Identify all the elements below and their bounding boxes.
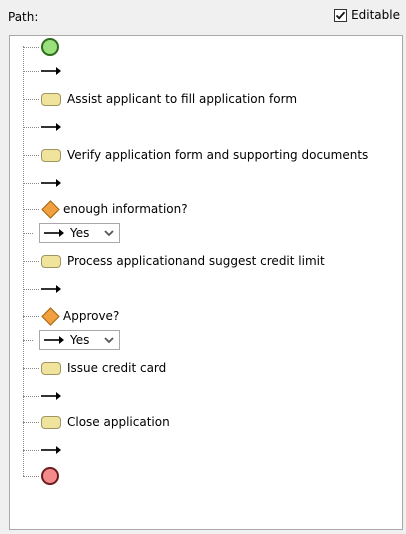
tree-item-arrow[interactable] [23,278,61,300]
arrow-right-icon [41,446,61,454]
arrow-right-icon [41,123,61,131]
end-node-icon [41,467,59,485]
activity-label: Close application [67,415,170,429]
tree-item-decision[interactable]: Approve? [23,305,119,327]
path-header: Path: Editable [0,0,406,34]
tree-item-decision[interactable]: enough information? [23,198,188,220]
tree-branch-line [23,395,39,397]
activity-icon [41,254,61,268]
branch-select[interactable]: Yes [39,223,121,243]
tree-item-arrow[interactable] [23,116,61,138]
tree-item-end[interactable] [23,465,59,487]
checkmark-icon [335,11,346,20]
activity-icon [41,361,61,375]
tree-branch-line [23,288,39,290]
tree-branch-line [23,182,39,184]
branch-select[interactable]: Yes [39,330,121,350]
arrow-right-icon [41,392,61,400]
arrow-right-icon [41,285,61,293]
tree-branch-line [23,46,39,48]
tree-branch-line [23,70,39,72]
activity-label: Verify application form and supporting d… [67,148,369,162]
path-label: Path: [8,10,39,24]
arrow-right-icon [44,229,64,237]
arrow-right-icon [41,179,61,187]
path-tree: Assist applicant to fill application for… [10,36,402,529]
activity-icon [41,415,61,429]
tree-item-activity[interactable]: Close application [23,411,170,433]
editable-toggle[interactable]: Editable [334,8,400,22]
arrow-right-icon [44,336,64,344]
chevron-down-icon[interactable] [103,228,115,238]
tree-item-arrow[interactable] [23,60,61,82]
decision-icon [41,306,60,326]
activity-label: Assist applicant to fill application for… [67,92,298,106]
tree-branch-line [23,208,39,210]
arrow-right-icon [41,67,61,75]
tree-item-activity[interactable]: Issue credit card [23,357,166,379]
tree-item-activity[interactable]: Process applicationand suggest credit li… [23,250,325,272]
tree-branch-line [23,98,39,100]
tree-branch-line [23,421,39,423]
tree-branch-line [23,475,39,477]
tree-item-activity[interactable]: Assist applicant to fill application for… [23,88,297,110]
tree-branch-line [23,232,33,234]
tree-branch-line [23,126,39,128]
branch-select-value: Yes [70,226,90,240]
decision-label: enough information? [63,202,188,216]
activity-icon [41,148,61,162]
tree-item-arrow[interactable] [23,385,61,407]
tree-item-arrow[interactable] [23,439,61,461]
tree-item-arrow[interactable] [23,172,61,194]
tree-item-branch[interactable]: Yes [23,222,121,244]
tree-branch-line [23,260,39,262]
tree-branch-line [23,315,39,317]
activity-icon [41,92,61,106]
tree-item-start[interactable] [23,36,59,58]
decision-label: Approve? [63,309,120,323]
branch-select-value: Yes [70,333,90,347]
tree-branch-line [23,339,33,341]
start-node-icon [41,38,59,56]
tree-item-activity[interactable]: Verify application form and supporting d… [23,144,368,166]
path-tree-panel: Assist applicant to fill application for… [9,35,403,530]
activity-label: Process applicationand suggest credit li… [67,254,325,268]
tree-item-branch[interactable]: Yes [23,329,121,351]
tree-branch-line [23,154,39,156]
activity-label: Issue credit card [67,361,167,375]
chevron-down-icon[interactable] [103,335,115,345]
decision-icon [41,199,60,219]
tree-branch-line [23,449,39,451]
tree-branch-line [23,367,39,369]
editable-label: Editable [351,8,400,22]
editable-checkbox[interactable] [334,8,348,22]
